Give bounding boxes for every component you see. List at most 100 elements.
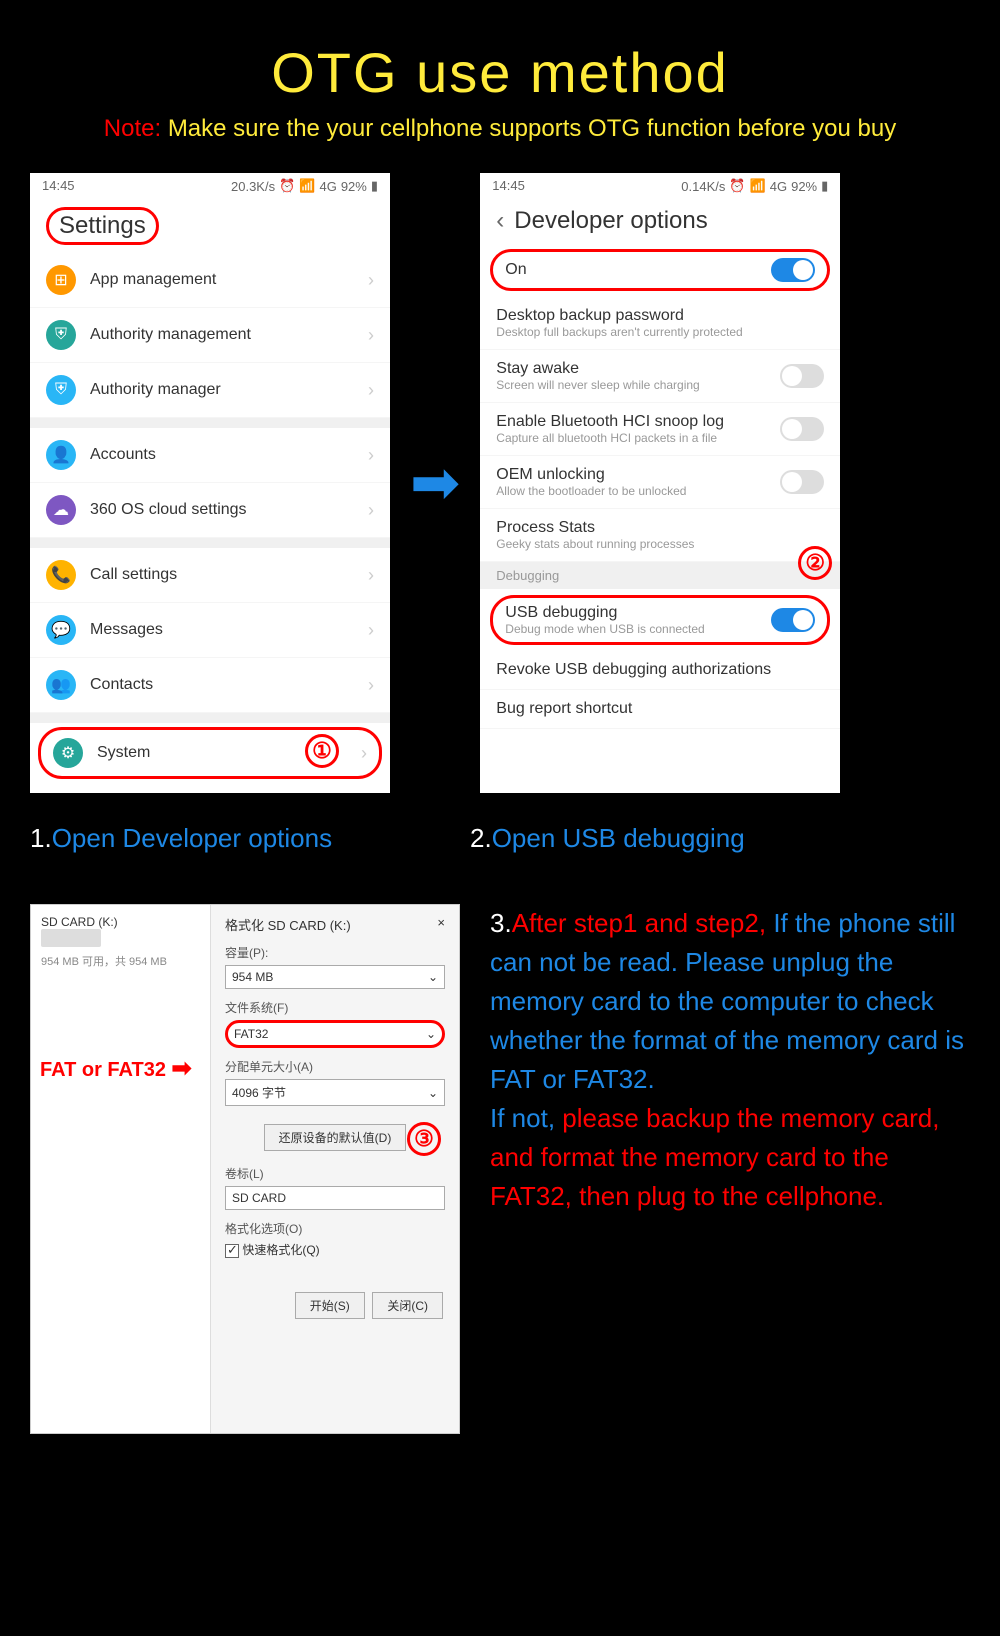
chevron-right-icon: › [368, 565, 374, 586]
status-bar: 14:45 20.3K/s ⏰ 📶 4G 92% ▮ [30, 173, 390, 199]
row-icon: ⛨ [46, 375, 76, 405]
settings-row[interactable]: 👥 Contacts › [30, 658, 390, 713]
close-icon[interactable]: × [437, 915, 445, 934]
row-icon: 💬 [46, 615, 76, 645]
quick-format-label: 快速格式化(Q) [242, 1243, 319, 1257]
dev-option-row[interactable]: Bug report shortcut [480, 690, 840, 729]
capacity-label: 容量(P): [225, 944, 445, 961]
toggle[interactable] [780, 470, 824, 494]
fat-arrow-icon: ➡ [172, 1055, 192, 1082]
dev-option-row[interactable]: Process Stats Geeky stats about running … [480, 509, 840, 562]
sd-sub: 954 MB 可用，共 954 MB [41, 953, 200, 969]
toggle[interactable] [780, 364, 824, 388]
dev-on-toggle[interactable] [771, 258, 815, 282]
settings-row[interactable]: ⊞ App management › [30, 253, 390, 308]
caption-2: 2.Open USB debugging [470, 823, 745, 854]
row-label: Authority management [90, 326, 251, 344]
dev-option-row[interactable]: Desktop backup password Desktop full bac… [480, 297, 840, 350]
phone-settings: 14:45 20.3K/s ⏰ 📶 4G 92% ▮ Settings ⊞ Ap… [30, 173, 390, 793]
chevron-right-icon: › [368, 380, 374, 401]
step-1-badge: ① [305, 734, 339, 768]
settings-row[interactable]: ☁ 360 OS cloud settings › [30, 483, 390, 538]
row-icon: 📞 [46, 560, 76, 590]
filesystem-label: 文件系统(F) [225, 999, 445, 1016]
settings-row[interactable]: ⛨ Authority management › [30, 308, 390, 363]
format-form: 格式化 SD CARD (K:) × 容量(P): 954 MB⌄ 文件系统(F… [211, 905, 459, 1433]
back-icon[interactable]: ‹ [496, 207, 504, 235]
row-icon: ⊞ [46, 265, 76, 295]
settings-row[interactable]: ⛨ Authority manager › [30, 363, 390, 418]
phone-developer: 14:45 0.14K/s ⏰ 📶 4G 92% ▮ ‹ Developer o… [480, 173, 840, 793]
note-text: Make sure the your cellphone supports OT… [168, 115, 896, 142]
row-2: FAT or FAT32 ➡ SD CARD (K:) 954 MB 可用，共 … [30, 904, 970, 1434]
status-bar-2: 14:45 0.14K/s ⏰ 📶 4G 92% ▮ [480, 173, 840, 199]
dev-title: Developer options [514, 207, 707, 235]
battery-icon: ▮ [371, 178, 378, 194]
dev-row-title: OEM unlocking [496, 466, 780, 484]
quick-format-checkbox[interactable] [225, 1244, 239, 1258]
fat-label: FAT or FAT32 ➡ [40, 1054, 192, 1083]
format-title-bar: 格式化 SD CARD (K:) × [225, 915, 445, 934]
dev-option-row[interactable]: Revoke USB debugging authorizations [480, 651, 840, 690]
status-batt: 92% [341, 179, 367, 194]
row-icon: 👤 [46, 440, 76, 470]
note-line: Note: Make sure the your cellphone suppo… [30, 115, 970, 143]
toggle[interactable] [780, 417, 824, 441]
settings-row[interactable]: ⚙ System ›① [38, 727, 382, 779]
captions-row: 1.Open Developer options 2.Open USB debu… [30, 813, 970, 884]
status-time-2: 14:45 [492, 178, 525, 194]
sd-card-pane: SD CARD (K:) 954 MB 可用，共 954 MB [31, 905, 211, 1433]
battery-icon: ▮ [821, 178, 828, 194]
row-label: Contacts [90, 676, 153, 694]
dev-row-sub: Screen will never sleep while charging [496, 378, 780, 392]
usb-debugging-row[interactable]: USB debugging Debug mode when USB is con… [490, 595, 830, 645]
sd-title: SD CARD (K:) [41, 915, 200, 929]
restore-defaults-button[interactable]: 还原设备的默认值(D) [264, 1124, 407, 1151]
chevron-right-icon: › [368, 325, 374, 346]
usb-debug-sub: Debug mode when USB is connected [505, 622, 771, 636]
dev-row-title: Revoke USB debugging authorizations [496, 661, 824, 679]
chevron-right-icon: › [361, 743, 367, 764]
instructions-text: 3.After step1 and step2, If the phone st… [490, 904, 970, 1216]
settings-row[interactable]: {} Developer options › [30, 783, 390, 793]
chevron-right-icon: › [368, 500, 374, 521]
dev-option-row[interactable]: OEM unlocking Allow the bootloader to be… [480, 456, 840, 509]
allocation-label: 分配单元大小(A) [225, 1058, 445, 1075]
dev-row-title: Bug report shortcut [496, 700, 824, 718]
settings-row[interactable]: 💬 Messages › [30, 603, 390, 658]
chevron-down-icon: ⌄ [428, 1086, 438, 1100]
note-prefix: Note: [104, 115, 161, 142]
settings-row[interactable]: 👤 Accounts › [30, 428, 390, 483]
settings-header: Settings [30, 199, 390, 253]
usb-debug-title: USB debugging [505, 604, 771, 622]
chevron-right-icon: › [368, 675, 374, 696]
row-label: Messages [90, 621, 163, 639]
status-batt-2: 92% [791, 179, 817, 194]
allocation-select[interactable]: 4096 字节⌄ [225, 1079, 445, 1106]
filesystem-select[interactable]: FAT32⌄ [225, 1020, 445, 1048]
step-2-badge: ② [798, 546, 832, 580]
row-label: Call settings [90, 566, 177, 584]
volume-input[interactable]: SD CARD [225, 1186, 445, 1210]
chevron-right-icon: › [368, 445, 374, 466]
close-button[interactable]: 关闭(C) [372, 1292, 443, 1319]
dev-row-sub: Desktop full backups aren't currently pr… [496, 325, 824, 339]
dev-on-label: On [505, 261, 771, 279]
status-time: 14:45 [42, 178, 75, 194]
capacity-select[interactable]: 954 MB⌄ [225, 965, 445, 989]
debugging-section: Debugging ② [480, 562, 840, 589]
settings-row[interactable]: 📞 Call settings › [30, 548, 390, 603]
start-button[interactable]: 开始(S) [295, 1292, 365, 1319]
sd-drive-icon [41, 929, 101, 947]
volume-label: 卷标(L) [225, 1165, 445, 1182]
alarm-icon: ⏰ [279, 178, 295, 194]
dev-on-row[interactable]: On [490, 249, 830, 291]
dev-option-row[interactable]: Stay awake Screen will never sleep while… [480, 350, 840, 403]
row-label: 360 OS cloud settings [90, 501, 247, 519]
quick-format-row[interactable]: 快速格式化(Q) [225, 1241, 445, 1258]
dev-option-row[interactable]: Enable Bluetooth HCI snoop log Capture a… [480, 403, 840, 456]
status-net-2: 4G [770, 179, 787, 194]
usb-debug-toggle[interactable] [771, 608, 815, 632]
row-label: Accounts [90, 446, 156, 464]
row-icon: ⛨ [46, 320, 76, 350]
